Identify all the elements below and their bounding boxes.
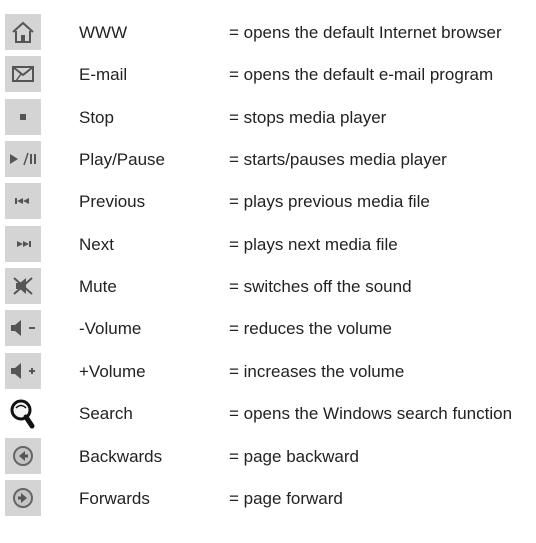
stop-icon bbox=[5, 99, 41, 135]
next-track-icon bbox=[5, 226, 41, 262]
mute-icon bbox=[5, 268, 41, 304]
key-name: Next bbox=[79, 235, 114, 254]
list-item-backwards: Backwards = page backward bbox=[0, 438, 536, 478]
key-description: = switches off the sound bbox=[229, 277, 412, 296]
key-description: = reduces the volume bbox=[229, 319, 393, 338]
list-item-previous: Previous = plays previous media file bbox=[0, 183, 536, 223]
list-item-www: WWW = opens the default Internet browser bbox=[0, 14, 536, 54]
play-pause-icon bbox=[5, 141, 41, 177]
list-item-search: Search = opens the Windows search functi… bbox=[0, 395, 536, 435]
key-name: +Volume bbox=[79, 362, 146, 381]
key-description: = opens the Windows search function bbox=[229, 404, 513, 423]
back-arrow-icon bbox=[5, 438, 41, 474]
key-name: Forwards bbox=[79, 489, 150, 508]
key-description: = page backward bbox=[229, 447, 359, 466]
list-item-stop: Stop = stops media player bbox=[0, 99, 536, 139]
home-icon bbox=[5, 14, 41, 50]
email-icon bbox=[5, 56, 41, 92]
key-name: Stop bbox=[79, 108, 114, 127]
key-description: = opens the default Internet browser bbox=[229, 23, 502, 42]
search-icon bbox=[5, 395, 41, 431]
key-description: = increases the volume bbox=[229, 362, 405, 381]
list-item-play-pause: Play/Pause = starts/pauses media player bbox=[0, 141, 536, 181]
key-description: = opens the default e-mail program bbox=[229, 65, 494, 84]
key-description: = starts/pauses media player bbox=[229, 150, 447, 169]
key-name: E-mail bbox=[79, 65, 128, 84]
list-item-volume-up: +Volume = increases the volume bbox=[0, 353, 536, 393]
volume-up-icon bbox=[5, 353, 41, 389]
key-name: Previous bbox=[79, 192, 146, 211]
list-item-next: Next = plays next media file bbox=[0, 226, 536, 266]
key-description: = plays previous media file bbox=[229, 192, 430, 211]
list-item-volume-down: -Volume = reduces the volume bbox=[0, 310, 536, 350]
key-description: = plays next media file bbox=[229, 235, 398, 254]
list-item-mute: Mute = switches off the sound bbox=[0, 268, 536, 308]
key-description: = stops media player bbox=[229, 108, 387, 127]
key-name: Play/Pause bbox=[79, 150, 165, 169]
key-name: Mute bbox=[79, 277, 117, 296]
key-name: -Volume bbox=[79, 319, 142, 338]
key-name: Search bbox=[79, 404, 133, 423]
key-description: = page forward bbox=[229, 489, 343, 508]
previous-track-icon bbox=[5, 183, 41, 219]
list-item-email: E-mail = opens the default e-mail progra… bbox=[0, 56, 536, 96]
key-name: Backwards bbox=[79, 447, 163, 466]
volume-down-icon bbox=[5, 310, 41, 346]
forward-arrow-icon bbox=[5, 480, 41, 516]
key-name: WWW bbox=[79, 23, 128, 42]
list-item-forwards: Forwards = page forward bbox=[0, 480, 536, 520]
